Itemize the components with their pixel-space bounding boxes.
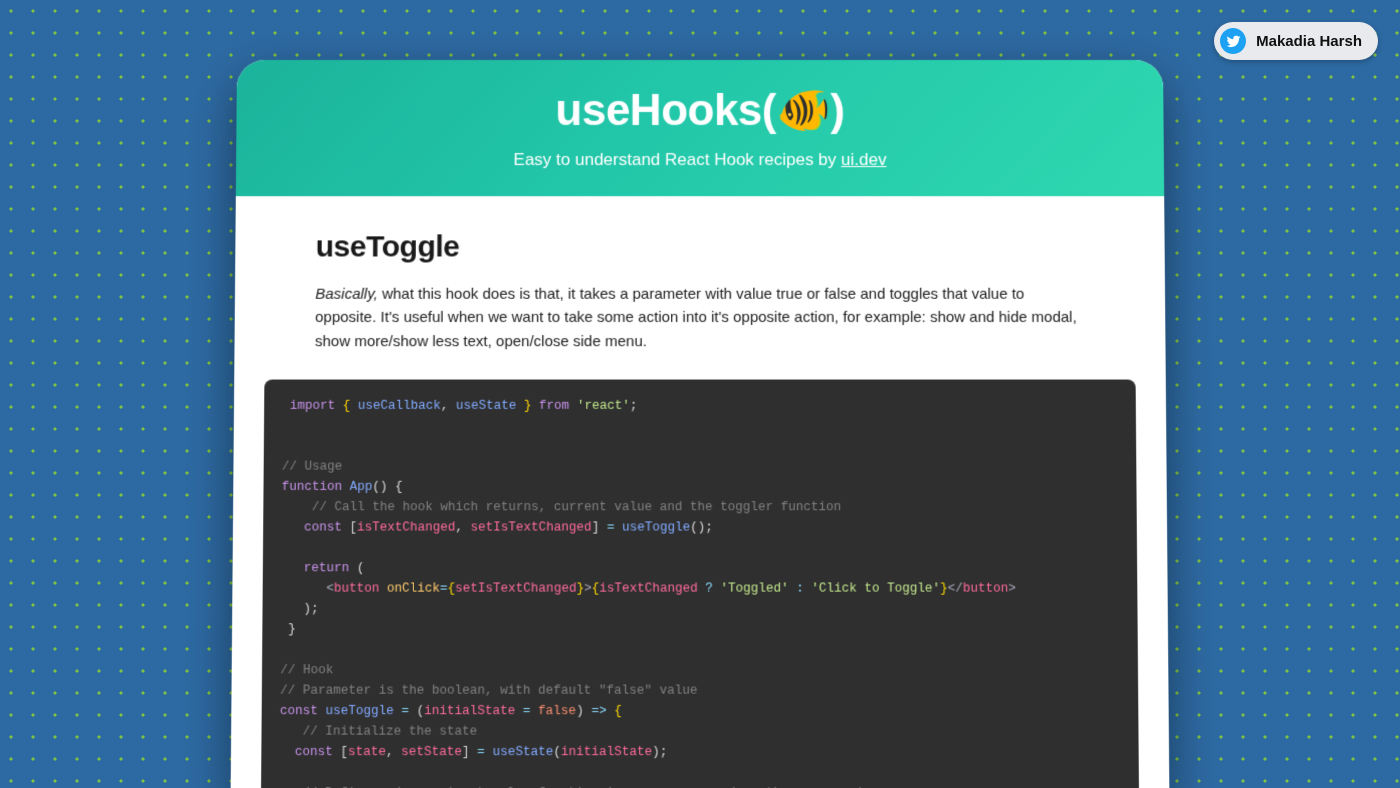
twitter-icon (1220, 28, 1246, 54)
hero-banner: useHooks(🐠) Easy to understand React Hoo… (236, 60, 1164, 196)
author-badge[interactable]: Makadia Harsh (1214, 22, 1378, 60)
description-lead: Basically, (315, 286, 378, 303)
fish-icon: 🐠 (776, 86, 830, 135)
article-card: useHooks(🐠) Easy to understand React Hoo… (231, 60, 1170, 788)
description-rest: what this hook does is that, it takes a … (315, 286, 1077, 350)
paren-close: ) (830, 86, 844, 135)
article-body: useToggle Basically, what this hook does… (231, 196, 1170, 788)
site-subtitle: Easy to understand React Hook recipes by… (276, 150, 1124, 170)
hook-title: useToggle (316, 230, 1085, 264)
code-block: import { useCallback, useState } from 'r… (260, 379, 1140, 788)
paren-open: ( (762, 86, 776, 135)
uidev-link[interactable]: ui.dev (841, 150, 887, 169)
site-title-text: useHooks (555, 86, 762, 135)
subtitle-text: Easy to understand React Hook recipes by (513, 150, 841, 169)
site-title: useHooks(🐠) (276, 84, 1123, 136)
hook-description: Basically, what this hook does is that, … (315, 283, 1085, 353)
author-name: Makadia Harsh (1256, 33, 1362, 50)
